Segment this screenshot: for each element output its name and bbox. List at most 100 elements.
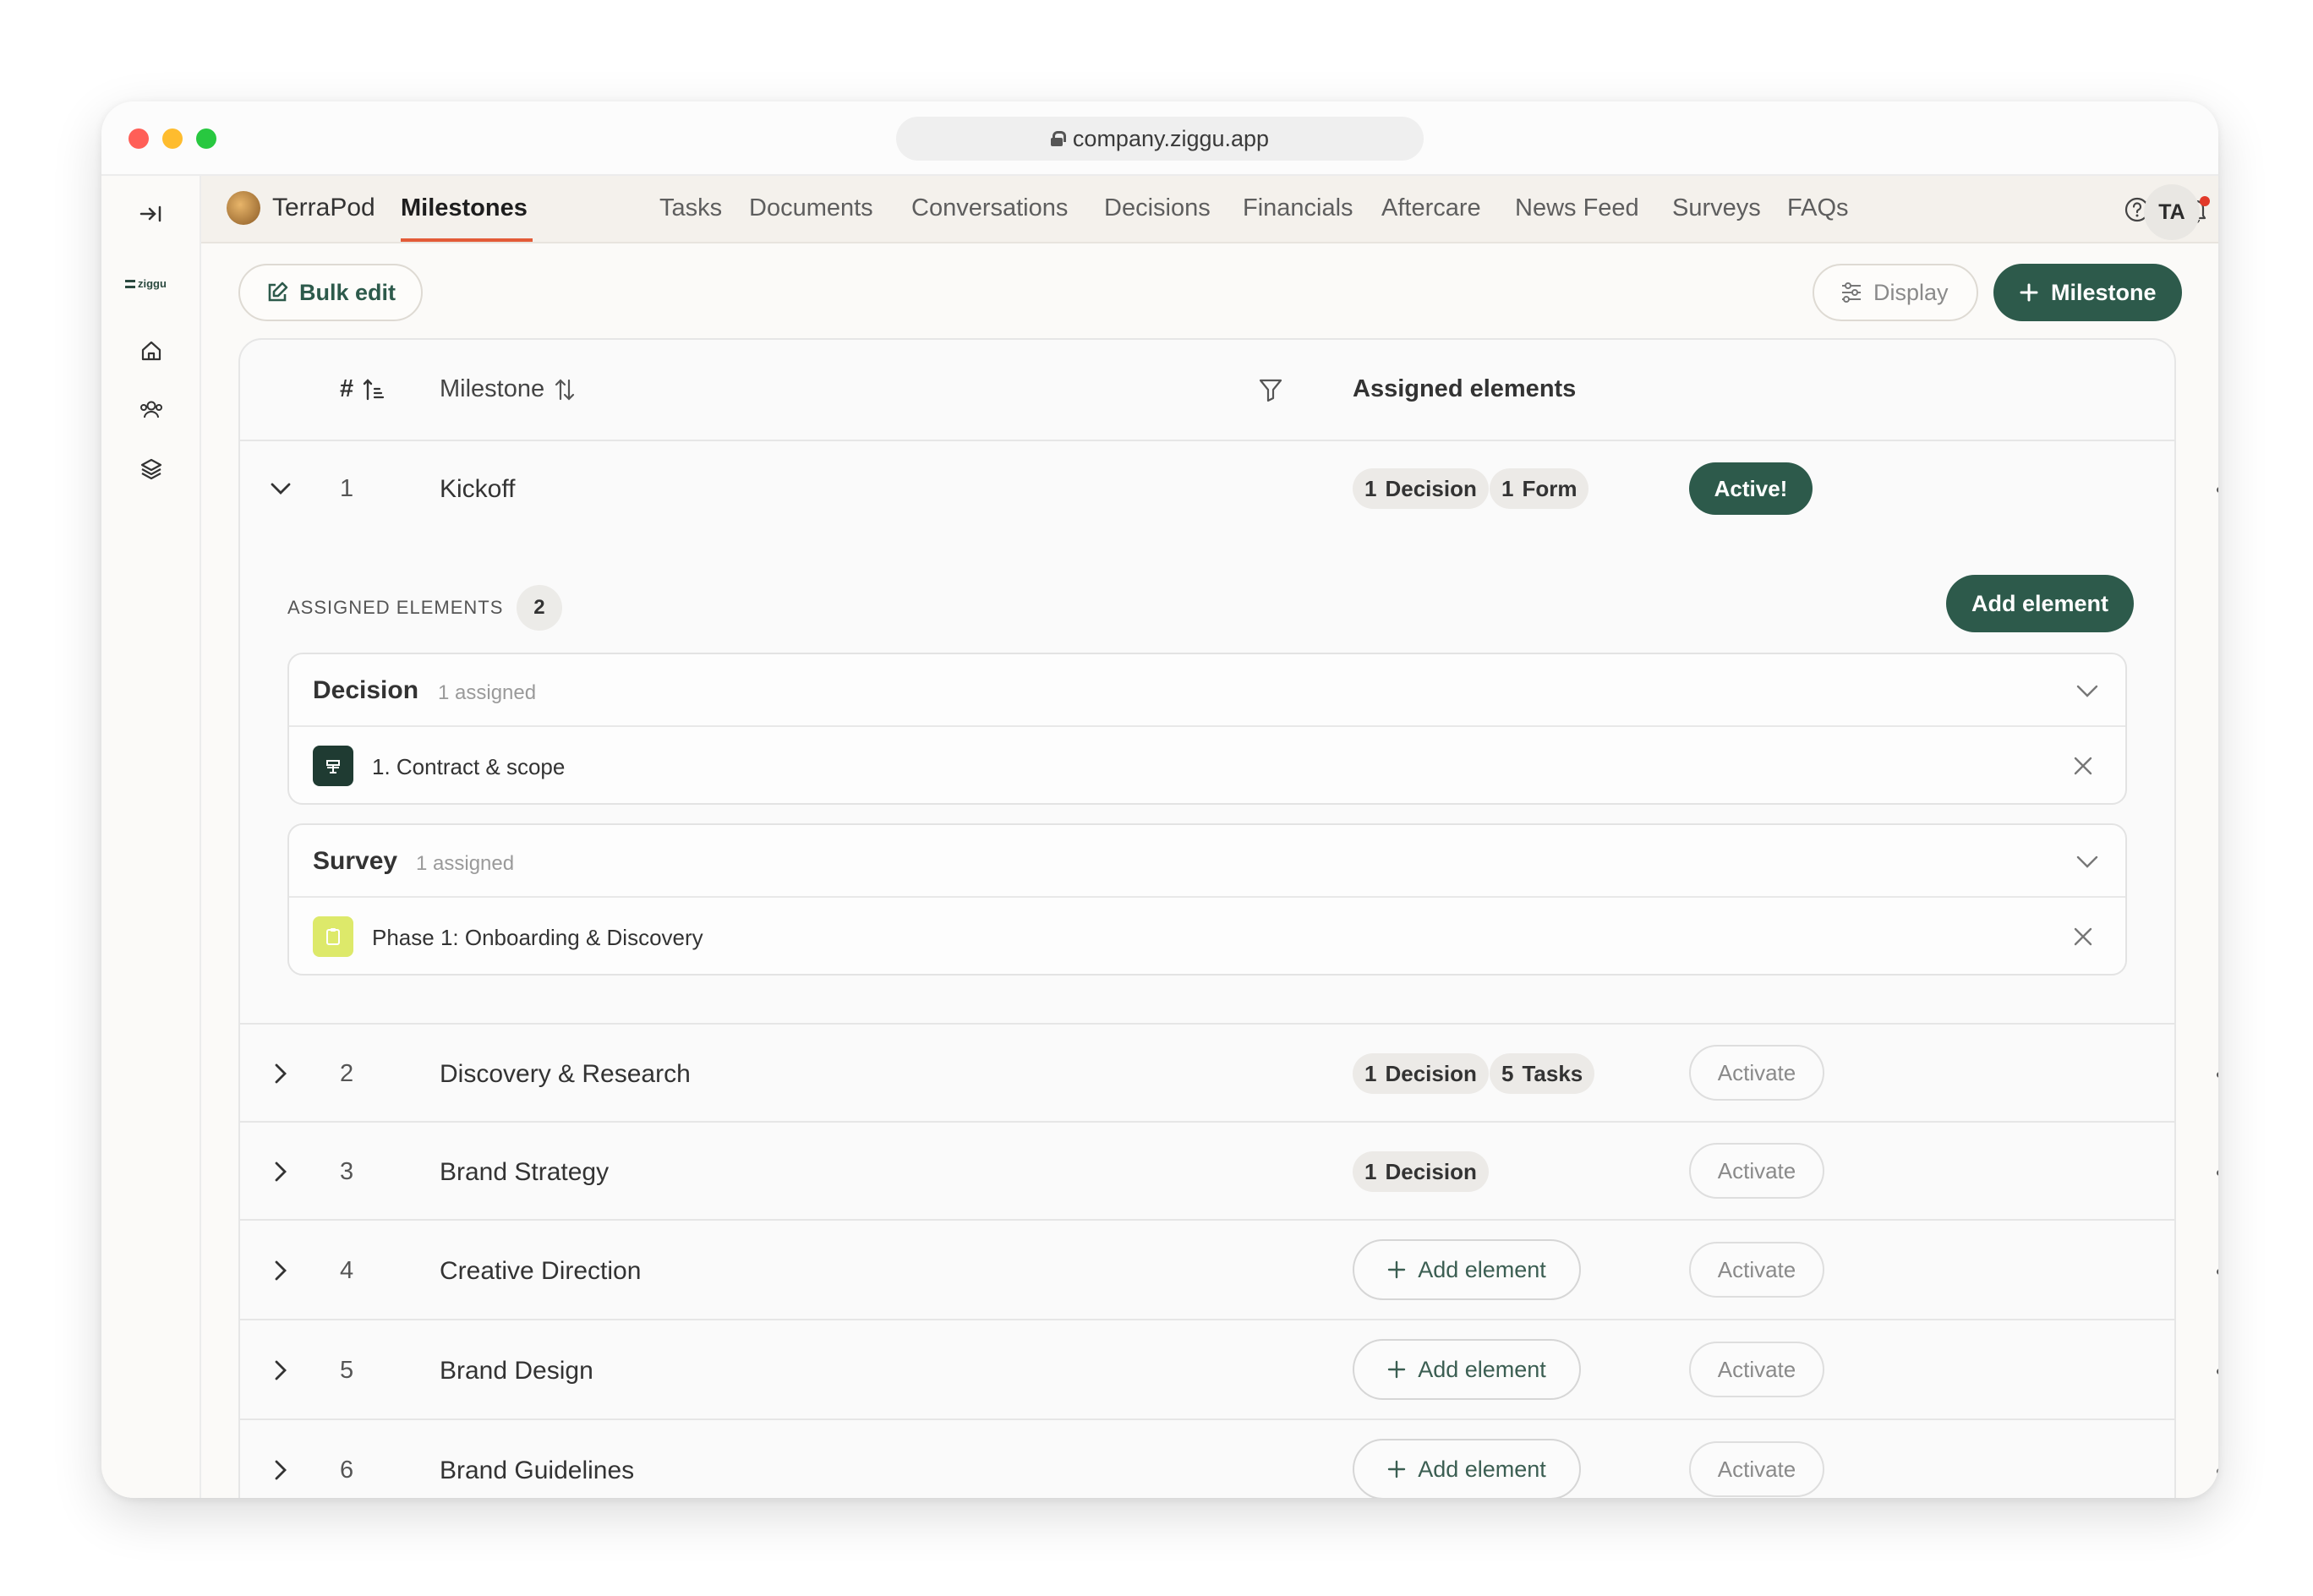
close-icon[interactable]	[2071, 925, 2095, 948]
chevron-right-icon[interactable]	[265, 1255, 296, 1286]
project-brand[interactable]: TerraPod	[227, 191, 375, 225]
maximize-window-button[interactable]	[196, 128, 216, 149]
more-options-icon[interactable]	[2208, 1062, 2218, 1087]
plus-icon	[2020, 283, 2038, 302]
chevron-right-icon[interactable]	[265, 1455, 296, 1485]
group-assigned-count: 1 assigned	[416, 852, 515, 875]
close-window-button[interactable]	[128, 128, 149, 149]
bulk-edit-button[interactable]: Bulk edit	[238, 264, 424, 321]
user-avatar[interactable]: TA	[2144, 184, 2200, 240]
milestone-column-header[interactable]: Milestone	[440, 375, 577, 403]
number-column-header[interactable]: #	[340, 375, 386, 403]
activate-button[interactable]: Activate	[1689, 1441, 1824, 1497]
notification-badge	[2200, 196, 2210, 206]
decision-count-badge[interactable]: 1 Decision	[1353, 1151, 1489, 1192]
minimize-window-button[interactable]	[162, 128, 183, 149]
decision-icon	[313, 746, 353, 786]
address-bar[interactable]: company.ziggu.app	[896, 117, 1424, 161]
milestone-number: 4	[340, 1257, 354, 1284]
tab-news-feed[interactable]: News Feed	[1515, 194, 1639, 222]
tab-decisions[interactable]: Decisions	[1104, 194, 1211, 222]
activate-button[interactable]: Activate	[1689, 1242, 1824, 1298]
add-element-button[interactable]: Add element	[1353, 1239, 1581, 1300]
ziggu-logo[interactable]: ziggu	[125, 277, 167, 290]
chevron-down-icon[interactable]	[2073, 847, 2102, 876]
form-count-badge[interactable]: 1 Form	[1490, 468, 1589, 509]
table-row[interactable]: 3 Brand Strategy 1 Decision Activate	[240, 1123, 2218, 1221]
survey-item-label[interactable]: Phase 1: Onboarding & Discovery	[372, 925, 703, 951]
table-row[interactable]: 5 Brand Design Add element Activate	[240, 1320, 2218, 1420]
survey-clipboard-icon	[313, 916, 353, 957]
more-options-icon[interactable]	[2208, 1358, 2218, 1384]
filter-icon[interactable]	[1258, 377, 1283, 407]
active-tab-indicator	[401, 238, 533, 242]
decision-item-label[interactable]: 1. Contract & scope	[372, 754, 565, 780]
lock-icon	[1050, 131, 1066, 146]
chevron-down-icon[interactable]	[265, 473, 296, 504]
add-element-button[interactable]: Add element	[1353, 1439, 1581, 1498]
milestone-name[interactable]: Creative Direction	[440, 1257, 641, 1286]
table-row[interactable]: 2 Discovery & Research 1 Decision 5 Tasks …	[240, 1025, 2218, 1123]
home-icon[interactable]	[130, 330, 172, 372]
chevron-right-icon[interactable]	[265, 1355, 296, 1386]
url-text: company.ziggu.app	[1072, 125, 1270, 151]
close-icon[interactable]	[2071, 754, 2095, 778]
assigned-elements-title: ASSIGNED ELEMENTS 2	[287, 585, 563, 631]
decision-count-badge[interactable]: 1 Decision	[1353, 468, 1489, 509]
layers-icon[interactable]	[130, 448, 172, 490]
add-milestone-label: Milestone	[2051, 279, 2157, 305]
sort-icon	[555, 378, 575, 401]
plus-icon	[1387, 1260, 1406, 1279]
more-options-icon[interactable]	[2208, 477, 2218, 502]
add-element-button[interactable]: Add element	[1353, 1339, 1581, 1400]
display-button[interactable]: Display	[1813, 264, 1978, 321]
add-milestone-button[interactable]: Milestone	[1993, 264, 2182, 321]
more-options-icon[interactable]	[2208, 1160, 2218, 1185]
table-row[interactable]: 6 Brand Guidelines Add element Activate	[240, 1420, 2218, 1498]
active-status-badge[interactable]: Active!	[1689, 462, 1813, 515]
tasks-count-badge[interactable]: 5 Tasks	[1490, 1053, 1595, 1094]
milestone-name[interactable]: Discovery & Research	[440, 1060, 691, 1089]
project-name: TerraPod	[272, 194, 375, 221]
tab-financials[interactable]: Financials	[1243, 194, 1353, 222]
add-element-button[interactable]: Add element	[1946, 575, 2135, 632]
group-title: Survey	[313, 847, 398, 875]
chevron-right-icon[interactable]	[265, 1156, 296, 1187]
tab-faqs[interactable]: FAQs	[1787, 194, 1849, 222]
table-row[interactable]: 1 Kickoff 1 Decision 1 Form Active!	[240, 441, 2218, 538]
more-options-icon[interactable]	[2208, 1458, 2218, 1484]
activate-button[interactable]: Activate	[1689, 1342, 1824, 1397]
tab-surveys[interactable]: Surveys	[1672, 194, 1761, 222]
milestone-number: 5	[340, 1357, 354, 1384]
users-icon[interactable]	[130, 389, 172, 431]
chevron-right-icon[interactable]	[265, 1058, 296, 1089]
tab-conversations[interactable]: Conversations	[911, 194, 1068, 222]
activate-button[interactable]: Activate	[1689, 1045, 1824, 1101]
plus-icon	[1387, 1360, 1406, 1379]
chevron-down-icon[interactable]	[2073, 676, 2102, 705]
assigned-elements-column-header: Assigned elements	[1353, 375, 1577, 402]
milestone-name[interactable]: Brand Guidelines	[440, 1457, 634, 1485]
plus-icon	[1387, 1460, 1406, 1478]
milestone-name[interactable]: Brand Strategy	[440, 1158, 609, 1187]
tab-milestones[interactable]: Milestones	[401, 194, 528, 222]
expand-sidebar-icon[interactable]	[130, 193, 172, 235]
survey-group-header[interactable]: Survey 1 assigned	[289, 825, 2125, 898]
milestone-name[interactable]: Kickoff	[440, 475, 516, 504]
browser-window: company.ziggu.app ziggu TerraPod Milesto…	[101, 101, 2218, 1498]
sidebar: ziggu	[101, 176, 201, 1498]
tab-documents[interactable]: Documents	[749, 194, 873, 222]
title-bar: company.ziggu.app	[101, 101, 2218, 176]
more-options-icon[interactable]	[2208, 1259, 2218, 1284]
milestone-number: 1	[340, 475, 354, 502]
table-row[interactable]: 4 Creative Direction Add element Activat…	[240, 1221, 2218, 1320]
milestone-name[interactable]: Brand Design	[440, 1357, 593, 1386]
group-assigned-count: 1 assigned	[438, 681, 537, 704]
group-title: Decision	[313, 676, 419, 704]
decision-group-header[interactable]: Decision 1 assigned	[289, 654, 2125, 727]
tab-aftercare[interactable]: Aftercare	[1381, 194, 1481, 222]
decision-count-badge[interactable]: 1 Decision	[1353, 1053, 1489, 1094]
tab-tasks[interactable]: Tasks	[659, 194, 722, 222]
activate-button[interactable]: Activate	[1689, 1143, 1824, 1199]
sliders-icon	[1842, 282, 1861, 303]
